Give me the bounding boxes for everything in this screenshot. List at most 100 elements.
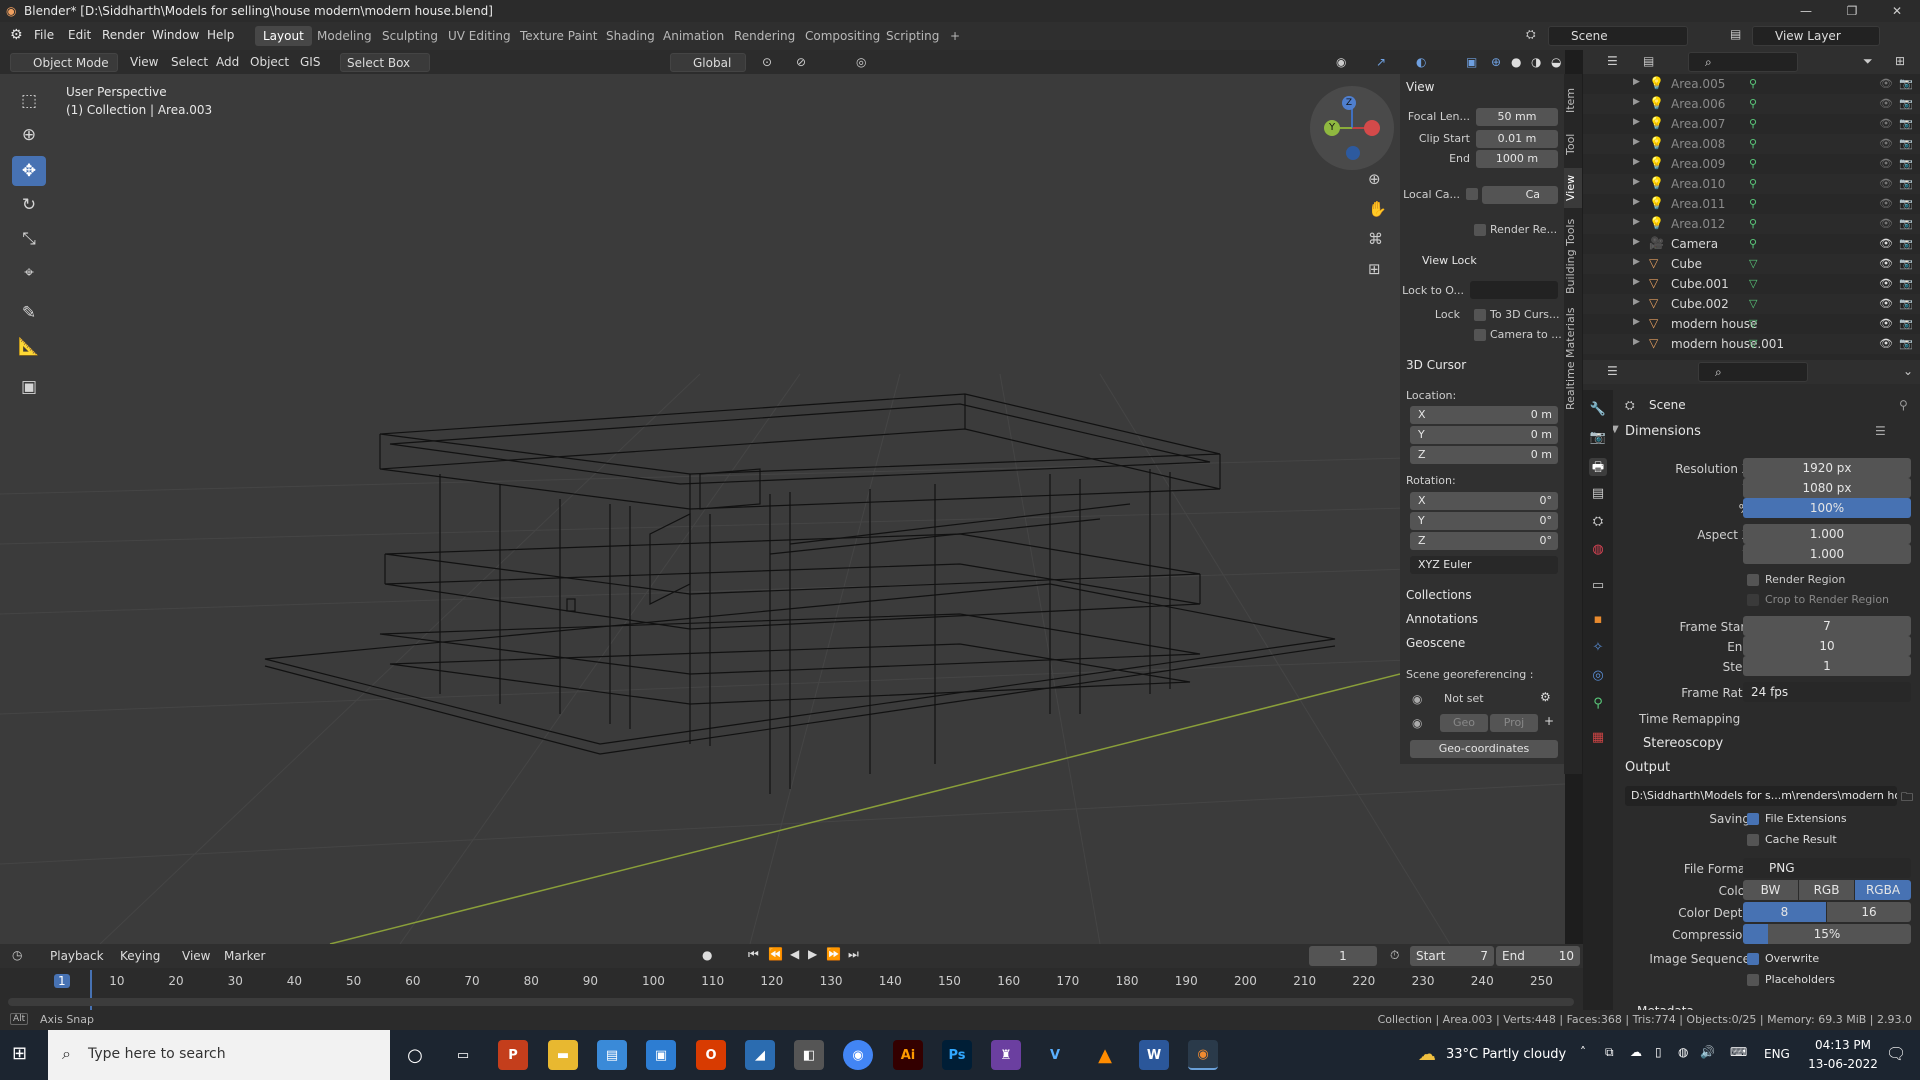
cursor-rot-y[interactable]: Y 0° (1410, 512, 1558, 530)
render-camera-icon[interactable]: 📷 (1899, 257, 1913, 270)
file-explorer-icon[interactable]: ▬ (548, 1040, 578, 1070)
notifications-icon[interactable]: 🗨 (1886, 1044, 1906, 1063)
word-icon[interactable]: W (1139, 1040, 1169, 1070)
object-data-icon[interactable]: ⚲ (1749, 117, 1757, 130)
add-cube-tool-icon[interactable]: ▣ (12, 372, 46, 402)
menu-window[interactable]: Window (152, 28, 199, 42)
pivot-icon[interactable]: ⊙ (756, 53, 778, 72)
tab-scripting[interactable]: Scripting (878, 26, 947, 46)
physics-props-icon[interactable]: ◎ (1589, 668, 1607, 686)
expand-arrow-icon[interactable]: ▶ (1633, 117, 1640, 127)
tray-app-icon[interactable]: ⧉ (1605, 1045, 1614, 1060)
outliner-row[interactable]: ▶ 🎥 Camera ⚲ 👁 📷 (1583, 234, 1920, 254)
tab-texture-paint[interactable]: Texture Paint (512, 26, 605, 46)
expand-arrow-icon[interactable]: ▶ (1633, 137, 1640, 147)
outliner-row-name[interactable]: Area.009 (1671, 157, 1725, 171)
viewport-menu-gis[interactable]: GIS (294, 53, 326, 72)
select-box-dropdown[interactable]: Select Box (340, 53, 430, 72)
cursor-tool-icon[interactable]: ⊕ (12, 120, 46, 150)
dimensions-preset-icon[interactable]: ☰ (1875, 424, 1886, 438)
output-path-input[interactable]: D:\Siddharth\Models for s...m\renders\mo… (1625, 786, 1897, 806)
object-data-icon[interactable]: ▽ (1749, 337, 1757, 350)
chrome-icon[interactable]: ◉ (843, 1040, 873, 1070)
viewport-menu-view[interactable]: View (124, 53, 164, 72)
render-camera-icon[interactable]: 📷 (1899, 77, 1913, 90)
folder-icon[interactable]: 🗀 (1901, 788, 1913, 809)
object-data-icon[interactable]: ⚲ (1749, 237, 1757, 250)
powerpoint-icon[interactable]: P (498, 1040, 528, 1070)
expand-arrow-icon[interactable]: ▶ (1633, 277, 1640, 287)
resolution-y-field[interactable]: 1080 px (1743, 478, 1911, 498)
cursor-loc-y[interactable]: Y 0 m (1410, 426, 1558, 444)
language-indicator[interactable]: ENG (1764, 1047, 1790, 1061)
vlc-icon[interactable]: ▲ (1090, 1040, 1120, 1070)
collections-panel-title[interactable]: Collections (1406, 588, 1472, 602)
render-camera-icon[interactable]: 📷 (1899, 157, 1913, 170)
add-geo-icon[interactable]: + (1544, 714, 1554, 728)
tab-layout[interactable]: Layout (255, 26, 312, 46)
object-data-icon[interactable]: ⚲ (1749, 97, 1757, 110)
output-props-icon[interactable]: 🖶 (1589, 458, 1607, 476)
rotate-tool-icon[interactable]: ↻ (12, 190, 46, 220)
current-frame-field[interactable]: 1 (1309, 946, 1377, 966)
gizmo-x-axis[interactable] (1364, 120, 1380, 136)
properties-options-icon[interactable]: ⌄ (1903, 364, 1913, 378)
modifier-props-icon[interactable]: ✧ (1589, 640, 1607, 658)
outliner-row-name[interactable]: Cube.002 (1671, 297, 1729, 311)
tab-rendering[interactable]: Rendering (726, 26, 803, 46)
expand-arrow-icon[interactable]: ▶ (1633, 177, 1640, 187)
frame-end-field[interactable]: 10 (1743, 636, 1911, 656)
menu-render[interactable]: Render (102, 28, 145, 42)
task-view-icon[interactable]: ▭ (448, 1040, 478, 1070)
tab-sculpting[interactable]: Sculpting (374, 26, 446, 46)
viewport-menu-select[interactable]: Select (165, 53, 214, 72)
world-props-icon[interactable]: ◍ (1589, 542, 1607, 560)
object-data-icon[interactable]: ⚲ (1749, 177, 1757, 190)
focal-length-field[interactable]: 50 mm (1476, 108, 1558, 126)
3d-viewport[interactable]: User Perspective (1) Collection | Area.0… (0, 74, 1565, 944)
snap-icon[interactable]: ⊘ (790, 53, 812, 72)
outliner-filter-icon[interactable]: ⏷ (1863, 54, 1873, 69)
visibility-eye-icon[interactable]: 👁 (1879, 137, 1893, 150)
frame-ruler[interactable]: 1 10 20 30 40 50 60 70 80 90 100 110 120 130 140 150 160… (0, 972, 1583, 992)
battery-icon[interactable]: ▯ (1655, 1045, 1662, 1059)
depth-16-option[interactable]: 16 (1827, 902, 1911, 922)
outliner-display-mode-icon[interactable]: ▤ (1643, 54, 1654, 68)
tab-building-tools[interactable]: Building Tools (1564, 214, 1582, 298)
select-tool-icon[interactable]: ⬚ (12, 86, 46, 116)
outliner-row[interactable]: ▶ ▽ Cube.001 ▽ 👁 📷 (1583, 274, 1920, 294)
transform-tool-icon[interactable]: ⌖ (12, 258, 46, 288)
scene-selector[interactable]: Scene (1548, 26, 1688, 46)
object-data-icon[interactable]: ⚲ (1749, 137, 1757, 150)
auto-key-icon[interactable]: ● (702, 948, 712, 962)
tab-tool[interactable]: Tool (1564, 124, 1582, 164)
outliner-row-name[interactable]: Area.012 (1671, 217, 1725, 231)
new-collection-icon[interactable]: ⊞ (1895, 54, 1905, 68)
photoshop-icon[interactable]: Ps (942, 1040, 972, 1070)
zoom-icon[interactable]: ⊕ (1368, 170, 1381, 188)
render-camera-icon[interactable]: 📷 (1899, 137, 1913, 150)
timeline-menu-keying[interactable]: Keying (114, 947, 166, 966)
object-data-icon[interactable]: ▽ (1749, 317, 1757, 330)
camera-view-icon[interactable]: ⌘ (1368, 230, 1383, 248)
placeholders-checkbox[interactable] (1747, 974, 1759, 986)
expand-arrow-icon[interactable]: ▶ (1633, 197, 1640, 207)
scale-tool-icon[interactable]: ⤡ (12, 224, 46, 254)
expand-arrow-icon[interactable]: ▶ (1633, 97, 1640, 107)
texture-props-icon[interactable]: ▦ (1589, 730, 1607, 748)
georef-settings-gear-icon[interactable]: ⚙ (1540, 690, 1551, 704)
clock-date[interactable]: 13-06-2022 (1808, 1057, 1878, 1071)
data-props-icon[interactable]: ⚲ (1589, 696, 1607, 714)
outliner-row[interactable]: ▶ 💡 Area.008 ⚲ 👁 📷 (1583, 134, 1920, 154)
volume-icon[interactable]: 🔊 (1700, 1045, 1715, 1059)
next-keyframe-icon[interactable]: ⏩ (826, 947, 841, 961)
gizmo-z-axis[interactable]: Z (1342, 96, 1356, 110)
end-frame-field[interactable]: End 10 (1496, 946, 1580, 966)
rendered-shading-icon[interactable]: ◒ (1545, 53, 1567, 72)
tab-compositing[interactable]: Compositing (797, 26, 888, 46)
lock-3d-cursor-checkbox[interactable] (1474, 309, 1486, 321)
properties-editor-type-icon[interactable]: ☰ (1607, 364, 1618, 378)
play-reverse-icon[interactable]: ◀ (790, 947, 799, 961)
proj-button[interactable]: Proj (1490, 714, 1538, 732)
viewport-menu-add[interactable]: Add (210, 53, 245, 72)
